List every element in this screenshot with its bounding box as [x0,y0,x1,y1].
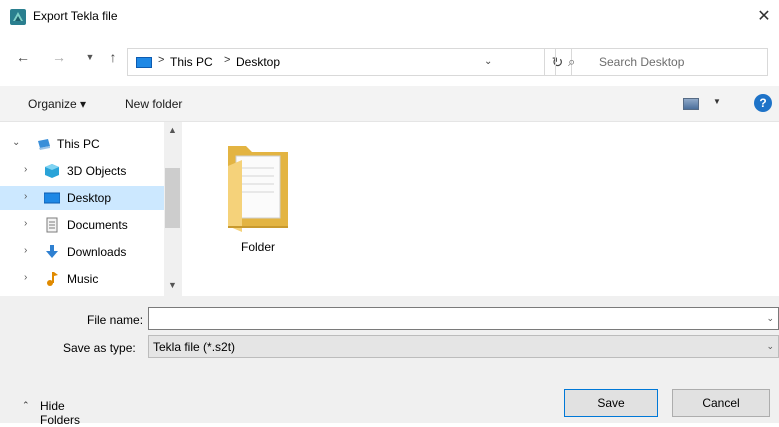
save-button[interactable]: Save [564,389,658,417]
search-input[interactable]: ⌕ Search Desktop [555,48,768,76]
up-button[interactable]: ↑ [104,46,122,68]
new-folder-button[interactable]: New folder [125,97,182,111]
cancel-button[interactable]: Cancel [672,389,770,417]
folder-label: Folder [240,240,275,254]
search-placeholder: Search Desktop [599,55,685,69]
change-view-icon[interactable] [683,98,699,110]
file-name-label: File name: [87,313,144,327]
nav-label: 3D Objects [67,164,127,178]
toolbar: Organize ▾ New folder ▼ ? [0,86,779,122]
chevron-up-icon: ⌃ [22,400,30,410]
file-list: Folder [182,122,779,296]
save-as-type-select[interactable]: Tekla file (*.s2t) ⌄ [148,335,779,358]
scroll-down-icon[interactable]: ▼ [168,280,177,290]
chevron-right-icon[interactable]: › [24,218,27,229]
chevron-down-icon[interactable]: ⌄ [766,313,774,324]
breadcrumb-this-pc[interactable]: This PC [170,55,213,69]
tekla-app-icon [10,9,26,25]
desktop-icon [136,57,152,68]
organize-button[interactable]: Organize ▾ [28,97,86,111]
nav-scrollbar[interactable]: ▲ ▼ [164,122,181,296]
nav-item-music[interactable]: › Music [0,267,164,291]
help-button[interactable]: ? [754,94,772,112]
save-as-type-label: Save as type: [63,341,136,355]
address-dropdown-icon[interactable]: ⌄ [484,56,492,67]
nav-item-3d-objects[interactable]: › 3D Objects [0,159,164,183]
window-title: Export Tekla file [33,9,118,23]
save-as-type-value: Tekla file (*.s2t) [153,340,236,354]
breadcrumb-separator-icon: > [224,54,231,66]
chevron-right-icon[interactable]: › [24,191,27,202]
chevron-right-icon[interactable]: › [24,272,27,283]
nav-label: Documents [67,218,128,232]
music-icon [47,272,58,286]
chevron-down-icon: ▼ [85,52,95,62]
nav-label: This PC [57,137,100,151]
scroll-up-icon[interactable]: ▲ [168,125,177,135]
recent-locations-button[interactable]: ▼ [83,46,97,68]
3d-objects-icon [45,164,59,178]
nav-item-desktop[interactable]: › Desktop [0,186,164,210]
nav-item-documents[interactable]: › Documents [0,213,164,237]
downloads-icon [46,245,58,258]
pc-icon [38,139,50,150]
chevron-right-icon[interactable]: › [24,164,27,175]
nav-item-this-pc[interactable]: ⌄ This PC [0,132,164,156]
search-icon: ⌕ [568,54,576,69]
chevron-down-icon: ⌄ [766,341,774,351]
arrow-up-icon: ↑ [109,49,117,65]
nav-label: Music [67,272,99,286]
forward-button[interactable]: → [50,46,68,68]
nav-item-downloads[interactable]: › Downloads [0,240,164,264]
save-options-panel: File name: ⌄ Save as type: Tekla file (*… [0,296,779,427]
close-icon: ✕ [757,8,771,25]
title-bar: Export Tekla file ✕ [0,0,779,33]
documents-icon [46,217,58,233]
chevron-right-icon[interactable]: › [24,245,27,256]
arrow-left-icon: ← [16,49,30,65]
back-button[interactable]: ← [14,46,32,68]
navigation-pane: ⌄ This PC › 3D Objects › Desktop › Docum… [0,122,182,296]
folder-item[interactable]: Folder [218,136,298,256]
nav-label: Desktop [67,191,112,205]
address-bar[interactable]: > This PC > Desktop ⌄ [127,48,545,76]
breadcrumb-desktop[interactable]: Desktop [236,55,280,69]
file-name-input[interactable]: ⌄ [148,307,779,330]
address-row: ← → ▼ ↑ > This PC > Desktop ⌄ ↻ ⌕ Search… [0,33,779,83]
view-options-caret-icon[interactable]: ▼ [713,97,721,106]
desktop-icon [44,192,60,204]
chevron-down-icon[interactable]: ⌄ [12,137,20,148]
breadcrumb-separator-icon: > [158,54,165,66]
scroll-thumb[interactable] [165,168,180,228]
close-button[interactable]: ✕ [752,4,776,28]
folder-icon [228,146,288,232]
arrow-right-icon: → [52,49,66,65]
nav-label: Downloads [67,245,127,259]
